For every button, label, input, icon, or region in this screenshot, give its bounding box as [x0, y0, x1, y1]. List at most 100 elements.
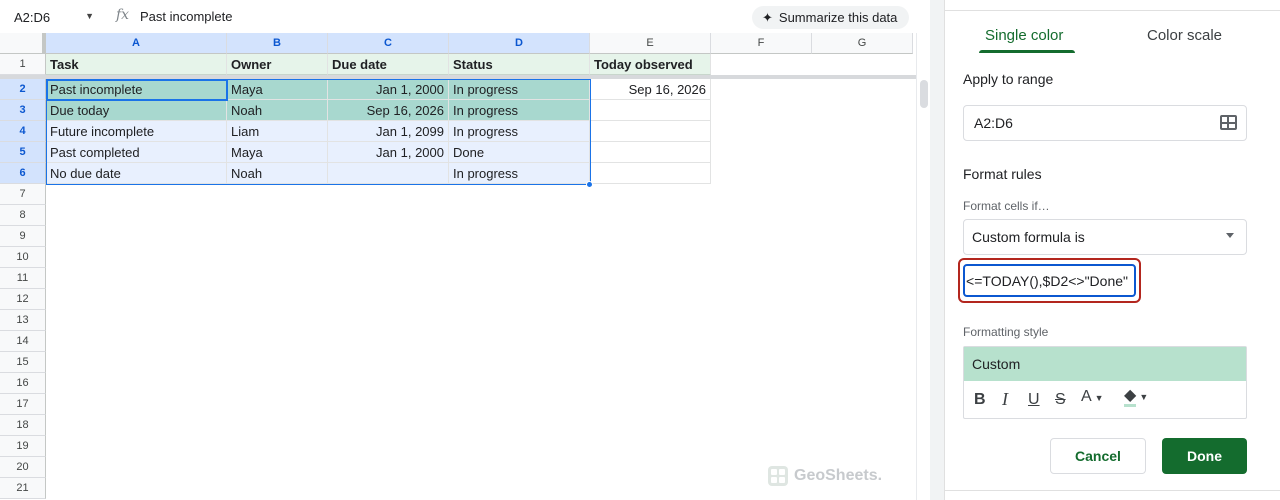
column-header-g[interactable]: G — [812, 33, 913, 54]
row-header-4[interactable]: 4 — [0, 121, 46, 142]
table-cell[interactable]: Past completed — [46, 142, 227, 163]
panel-gutter — [930, 0, 944, 500]
watermark-label: GeoSheets. — [794, 467, 883, 484]
tab-single-color[interactable]: Single color — [985, 27, 1063, 44]
row-header-9[interactable]: 9 — [0, 226, 46, 247]
text-color-icon[interactable]: A ▼ — [1081, 388, 1104, 406]
row-header-15[interactable]: 15 — [0, 352, 46, 373]
bold-icon[interactable]: B — [974, 391, 986, 409]
panel-divider — [945, 490, 1280, 491]
cancel-button[interactable]: Cancel — [1050, 438, 1146, 474]
fill-color-icon[interactable]: ◆ ▼ — [1124, 387, 1148, 407]
table-cell[interactable]: Jan 1, 2099 — [328, 121, 449, 142]
table-cell[interactable] — [590, 142, 711, 163]
header-cell-task[interactable]: Task — [46, 54, 227, 75]
scrollbar-thumb[interactable] — [920, 80, 928, 108]
today-observed-cell[interactable]: Sep 16, 2026 — [590, 79, 711, 100]
table-cell[interactable]: Maya — [227, 79, 328, 100]
custom-formula-input[interactable]: !<=TODAY(),$D2<>"Done" — [963, 264, 1136, 297]
dropdown-arrow-icon — [1226, 233, 1234, 238]
row-header-16[interactable]: 16 — [0, 373, 46, 394]
row-header-14[interactable]: 14 — [0, 331, 46, 352]
table-cell[interactable]: Future incomplete — [46, 121, 227, 142]
row-header-2[interactable]: 2 — [0, 79, 46, 100]
select-all-corner[interactable] — [0, 33, 46, 54]
name-box[interactable]: A2:D6 ▼ — [0, 5, 104, 29]
header-cell-status[interactable]: Status — [449, 54, 590, 75]
done-button[interactable]: Done — [1162, 438, 1247, 474]
active-tab-indicator — [979, 50, 1075, 53]
row-header-3[interactable]: 3 — [0, 100, 46, 121]
row-header-21[interactable]: 21 — [0, 478, 46, 499]
row-header-12[interactable]: 12 — [0, 289, 46, 310]
table-cell[interactable]: Sep 16, 2026 — [328, 100, 449, 121]
spreadsheet-grid[interactable]: A B C D E F G 1 2 3 4 5 6 7 8 9 10 11 12… — [0, 33, 916, 500]
row-header-8[interactable]: 8 — [0, 205, 46, 226]
formula-bar: A2:D6 ▼ fx Past incomplete ✦ Summarize t… — [0, 0, 930, 33]
geosheets-watermark: GeoSheets. — [768, 466, 882, 486]
tab-color-scale[interactable]: Color scale — [1147, 27, 1222, 44]
row-header-13[interactable]: 13 — [0, 310, 46, 331]
table-cell[interactable]: In progress — [449, 121, 590, 142]
table-cell[interactable]: Past incomplete — [46, 79, 227, 100]
row-header-17[interactable]: 17 — [0, 394, 46, 415]
row-header-6[interactable]: 6 — [0, 163, 46, 184]
table-cell[interactable]: In progress — [449, 79, 590, 100]
row-header-7[interactable]: 7 — [0, 184, 46, 205]
table-cell[interactable] — [590, 121, 711, 142]
format-rules-label: Format rules — [963, 166, 1042, 182]
format-tabs: Single color Color scale — [945, 10, 1280, 54]
fill-handle[interactable] — [586, 181, 593, 188]
column-header-d[interactable]: D — [449, 33, 590, 54]
strikethrough-icon[interactable]: S — [1055, 391, 1066, 409]
table-cell[interactable]: Due today — [46, 100, 227, 121]
formatting-style-box: Custom B I U S A ▼ ◆ ▼ — [963, 346, 1247, 419]
custom-formula-value: !<=TODAY(),$D2<>"Done" — [963, 273, 1128, 289]
row-header-10[interactable]: 10 — [0, 247, 46, 268]
style-preview-label: Custom — [972, 356, 1021, 372]
column-header-e[interactable]: E — [590, 33, 711, 54]
sparkle-icon: ✦ — [762, 9, 773, 25]
italic-icon[interactable]: I — [1002, 389, 1008, 410]
table-cell[interactable]: Jan 1, 2000 — [328, 79, 449, 100]
summarize-data-button[interactable]: ✦ Summarize this data — [752, 6, 910, 29]
row-header-5[interactable]: 5 — [0, 142, 46, 163]
formatting-style-label: Formatting style — [963, 325, 1049, 339]
row-header-20[interactable]: 20 — [0, 457, 46, 478]
grid-select-icon[interactable] — [1220, 115, 1237, 130]
style-preview[interactable]: Custom — [964, 347, 1246, 381]
table-cell[interactable]: Done — [449, 142, 590, 163]
table-cell[interactable]: Jan 1, 2000 — [328, 142, 449, 163]
column-header-b[interactable]: B — [227, 33, 328, 54]
table-cell[interactable] — [590, 163, 711, 184]
condition-select[interactable]: Custom formula is — [963, 219, 1247, 255]
header-cell-today-observed[interactable]: Today observed — [590, 54, 711, 75]
row-header-11[interactable]: 11 — [0, 268, 46, 289]
table-cell[interactable]: Liam — [227, 121, 328, 142]
table-cell[interactable]: Noah — [227, 163, 328, 184]
table-cell[interactable]: Maya — [227, 142, 328, 163]
column-header-c[interactable]: C — [328, 33, 449, 54]
table-cell[interactable]: No due date — [46, 163, 227, 184]
range-value: A2:D6 — [974, 115, 1013, 131]
geosheets-logo-icon — [768, 466, 788, 486]
chevron-down-icon[interactable]: ▼ — [85, 11, 94, 21]
table-cell[interactable] — [328, 163, 449, 184]
range-input[interactable]: A2:D6 — [963, 105, 1247, 141]
column-header-f[interactable]: F — [711, 33, 812, 54]
table-cell[interactable]: Noah — [227, 100, 328, 121]
underline-icon[interactable]: U — [1028, 391, 1040, 409]
table-cell[interactable]: In progress — [449, 100, 590, 121]
table-cell[interactable] — [590, 100, 711, 121]
condition-value: Custom formula is — [972, 229, 1085, 245]
row-header-1[interactable]: 1 — [0, 54, 46, 75]
row-header-19[interactable]: 19 — [0, 436, 46, 457]
formula-input[interactable]: Past incomplete — [140, 9, 233, 24]
header-cell-due-date[interactable]: Due date — [328, 54, 449, 75]
format-cells-if-label: Format cells if… — [963, 199, 1050, 213]
table-cell[interactable]: In progress — [449, 163, 590, 184]
vertical-scrollbar[interactable] — [916, 33, 930, 500]
row-header-18[interactable]: 18 — [0, 415, 46, 436]
column-header-a[interactable]: A — [46, 33, 227, 54]
header-cell-owner[interactable]: Owner — [227, 54, 328, 75]
